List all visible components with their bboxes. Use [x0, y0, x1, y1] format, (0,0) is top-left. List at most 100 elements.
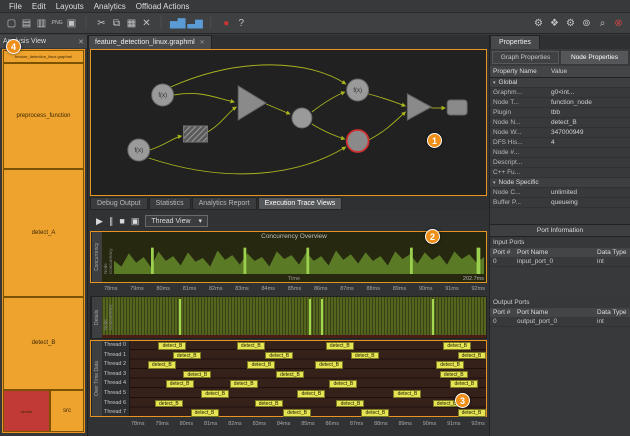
menu-item[interactable]: Edit — [27, 2, 51, 11]
task-box[interactable]: detect_B — [148, 361, 176, 369]
property-row[interactable]: Plugin tbb — [490, 108, 630, 118]
treemap-block[interactable]: preprocess_function — [3, 63, 84, 169]
task-box[interactable]: detect_B — [297, 390, 325, 398]
task-box[interactable]: detect_B — [336, 400, 364, 408]
task-box[interactable]: detect_B — [450, 380, 478, 388]
export-png-icon[interactable]: .PNG — [50, 20, 63, 26]
record-trace-icon[interactable]: ● — [220, 18, 233, 29]
bar-chart-icon[interactable]: ▃▆ — [187, 18, 202, 29]
histogram-icon[interactable]: ▅▇ — [170, 18, 185, 29]
graph-node-function[interactable]: f(x) — [128, 139, 150, 161]
property-row[interactable]: DFS His... 4 — [490, 138, 630, 148]
separator[interactable]: │ — [155, 18, 168, 29]
menu-item[interactable]: Layouts — [51, 2, 89, 11]
stop-icon[interactable]: ■ — [119, 216, 124, 226]
task-box[interactable]: detect_B — [443, 342, 471, 350]
graph-node-queue[interactable] — [184, 126, 208, 142]
properties-subtab[interactable]: Graph Properties — [492, 51, 559, 64]
collapse-caret-icon[interactable]: ▾ — [493, 180, 496, 186]
close-icon[interactable]: ✕ — [78, 38, 84, 46]
pause-icon[interactable]: ∥ — [109, 216, 114, 227]
group-row-global[interactable]: ▾ Global — [490, 78, 630, 88]
separator[interactable]: │ — [80, 18, 93, 29]
screenshot-icon[interactable]: ▣ — [65, 18, 78, 29]
task-box[interactable]: detect_B — [158, 342, 186, 350]
graph-canvas[interactable]: f(x) f(x) f(x) — [90, 49, 487, 196]
task-box[interactable]: detect_B — [247, 361, 275, 369]
menu-item[interactable]: Offload Actions — [131, 2, 195, 11]
task-box[interactable]: detect_B — [183, 371, 211, 379]
property-row[interactable]: Node N... detect_B — [490, 118, 630, 128]
preferences-icon[interactable]: ⊚ — [580, 18, 593, 29]
group-row-node-specific[interactable]: ▾ Node Specific — [490, 178, 630, 188]
properties-subtab[interactable]: Node Properties — [561, 51, 628, 64]
new-graph-icon[interactable]: ▢ — [5, 18, 18, 29]
over-time-data-strip-tab[interactable]: Over Time Data — [91, 341, 102, 416]
thread-track[interactable]: detect_Bdetect_Bdetect_Bdetect_Bdetect_B… — [130, 341, 486, 416]
property-row[interactable]: Buffer P... queueing — [490, 198, 630, 208]
close-session-icon[interactable]: ⊗ — [612, 18, 625, 29]
port-row[interactable]: 0 output_port_0 int — [490, 317, 630, 327]
graph-node-function[interactable]: f(x) — [152, 84, 174, 106]
close-icon[interactable]: ✕ — [200, 39, 205, 46]
graph-node-join[interactable] — [238, 86, 266, 120]
view-mode-select[interactable]: Thread View ▾ — [145, 215, 208, 227]
property-row[interactable]: Node #... — [490, 148, 630, 158]
cut-icon[interactable]: ✂ — [95, 18, 108, 29]
menu-item[interactable]: Analytics — [89, 2, 131, 11]
topology-icon[interactable]: ❖ — [548, 18, 561, 29]
graph-node-join[interactable] — [407, 94, 431, 120]
task-box[interactable]: detect_B — [201, 390, 229, 398]
graph-node-function[interactable] — [292, 108, 312, 128]
play-icon[interactable]: ▶ — [96, 216, 103, 227]
port-row[interactable]: 0 input_port_0 int — [490, 257, 630, 267]
task-box[interactable]: detect_B — [283, 409, 311, 417]
treemap-block[interactable]: src — [50, 390, 84, 432]
concurrency-strip-tab[interactable]: Concurrency — [91, 232, 102, 282]
task-box[interactable]: detect_B — [173, 352, 201, 360]
task-box[interactable]: detect_B — [351, 352, 379, 360]
property-row[interactable]: Graphm... g0<int... — [490, 88, 630, 98]
collapse-caret-icon[interactable]: ▾ — [493, 80, 496, 86]
task-box[interactable]: detect_B — [276, 371, 304, 379]
snapshot-icon[interactable]: ▣ — [131, 216, 140, 227]
property-row[interactable]: Node T... function_node — [490, 98, 630, 108]
task-box[interactable]: detect_B — [265, 352, 293, 360]
task-box[interactable]: detect_B — [237, 342, 265, 350]
paste-icon[interactable]: ▦ — [125, 18, 138, 29]
task-box[interactable]: detect_B — [393, 390, 421, 398]
task-box[interactable]: detect_B — [191, 409, 219, 417]
trace-view-tab[interactable]: Analytics Report — [192, 197, 257, 210]
details-strip-tab[interactable]: Details — [91, 297, 102, 338]
task-box[interactable]: detect_B — [230, 380, 258, 388]
task-box[interactable]: detect_B — [329, 380, 357, 388]
tab-graphml[interactable]: feature_detection_linux.graphml ✕ — [88, 35, 212, 49]
task-box[interactable]: detect_B — [255, 400, 283, 408]
property-row[interactable]: Node W... 347000949 — [490, 128, 630, 138]
task-box[interactable]: detect_B — [440, 371, 468, 379]
separator[interactable]: │ — [205, 18, 218, 29]
task-box[interactable]: detect_B — [315, 361, 343, 369]
task-box[interactable]: detect_B — [166, 380, 194, 388]
save-icon[interactable]: ▥ — [35, 18, 48, 29]
gear-icon[interactable]: ⚙ — [532, 18, 545, 29]
flow-graph-svg[interactable]: f(x) f(x) f(x) — [91, 50, 486, 195]
tab-properties[interactable]: Properties — [490, 35, 540, 49]
treemap-block[interactable]: decide — [3, 390, 50, 432]
task-box[interactable]: detect_B — [458, 352, 486, 360]
property-row[interactable]: Descript... — [490, 158, 630, 168]
task-box[interactable]: detect_B — [458, 409, 486, 417]
trace-view-tab[interactable]: Statistics — [149, 197, 191, 210]
delete-icon[interactable]: ✕ — [140, 18, 153, 29]
details-concurrency-chart[interactable]: Node Concurrency — [102, 297, 486, 338]
task-box[interactable]: detect_B — [361, 409, 389, 417]
task-box[interactable]: detect_B — [326, 342, 354, 350]
trace-view-tab[interactable]: Debug Output — [90, 197, 148, 210]
graph-node-function[interactable]: f(x) — [347, 79, 369, 101]
task-box[interactable]: detect_B — [155, 400, 183, 408]
treemap-block[interactable]: detect_A — [3, 169, 84, 297]
property-row[interactable]: C++ Fu... — [490, 168, 630, 178]
help-icon[interactable]: ? — [235, 18, 248, 29]
treemap-block[interactable]: detect_B — [3, 297, 84, 390]
trace-view-tab[interactable]: Execution Trace Views — [258, 197, 343, 210]
